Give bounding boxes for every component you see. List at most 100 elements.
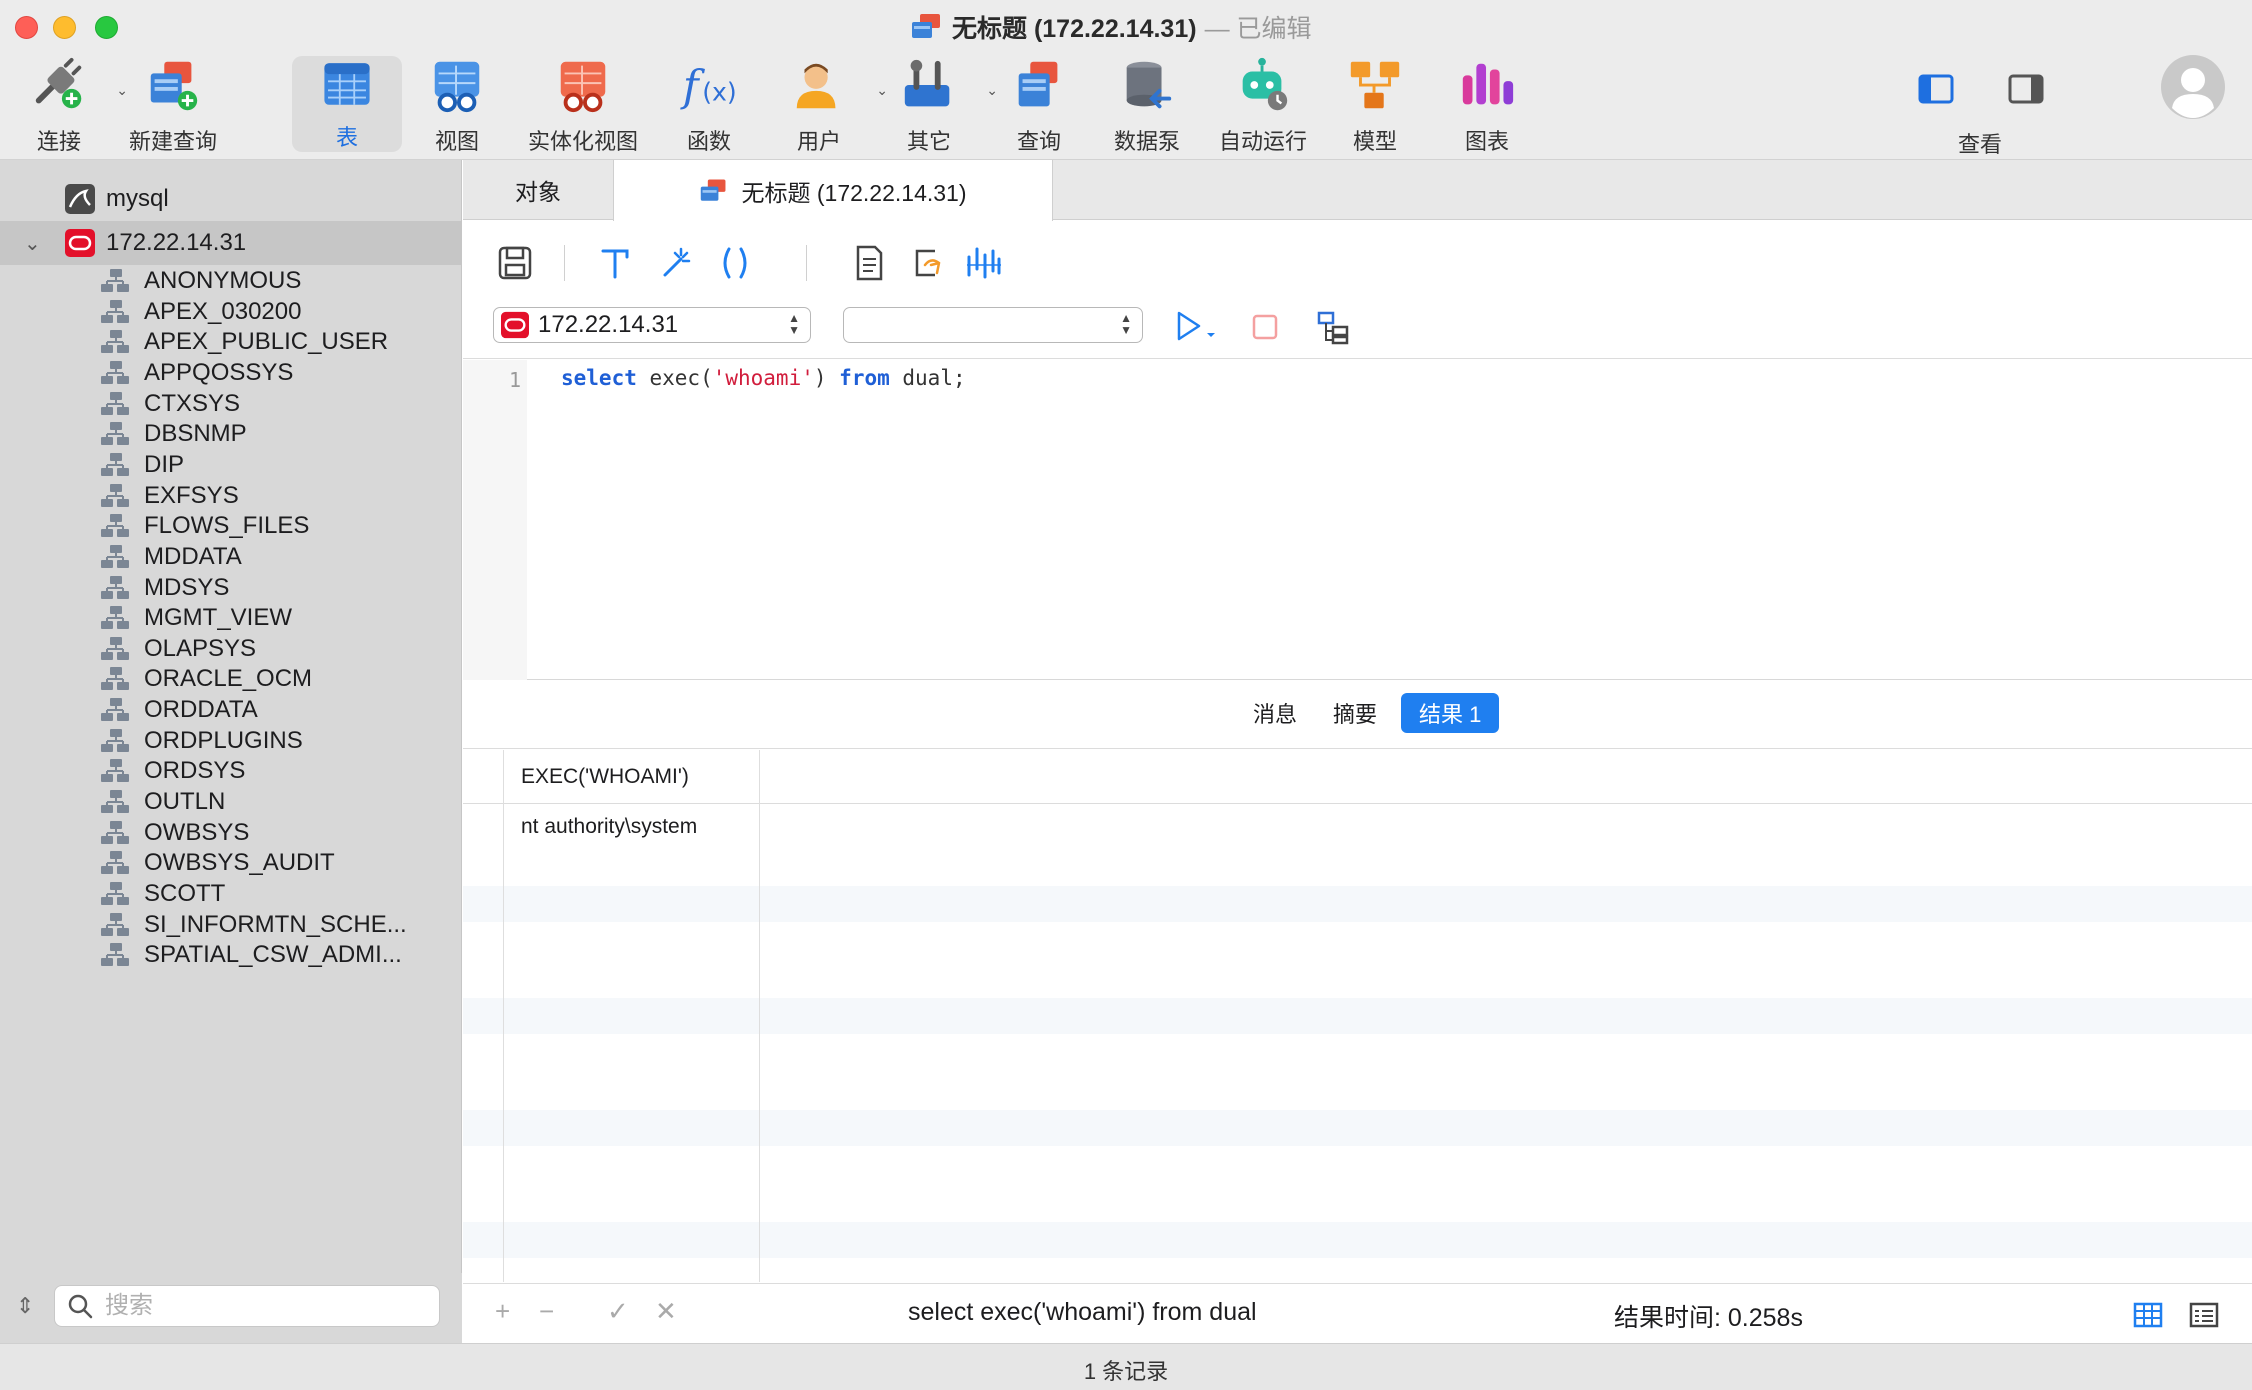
sql-editor[interactable]: 1 select exec('whoami') from dual; [463, 360, 2252, 680]
schema-icon [101, 483, 129, 507]
toggle-inspector-icon[interactable] [2008, 74, 2044, 104]
column-divider[interactable] [759, 750, 760, 1282]
query-plan-icon[interactable] [1315, 309, 1351, 345]
tab-summary[interactable]: 摘要 [1315, 693, 1395, 733]
schema-item[interactable]: DBSNMP [0, 419, 462, 449]
materialized-view-icon [560, 61, 606, 113]
schema-item[interactable]: ORDDATA [0, 695, 462, 725]
schema-item[interactable]: OWBSYS_AUDIT [0, 848, 462, 878]
stop-icon[interactable] [1251, 313, 1279, 341]
schema-item[interactable]: APEX_030200 [0, 297, 462, 327]
code-line[interactable]: select exec('whoami') from dual; [561, 366, 966, 390]
schema-item[interactable]: APPQOSSYS [0, 358, 462, 388]
query-label: 查询 [1016, 129, 1061, 154]
schema-item[interactable]: MDSYS [0, 573, 462, 603]
materialized-view-button[interactable]: 实体化视图 [528, 56, 638, 156]
other-label: 其它 [906, 129, 951, 154]
chart-button[interactable]: 图表 [1432, 56, 1542, 156]
code-text: dual; [889, 366, 966, 390]
schema-item[interactable]: SCOTT [0, 879, 462, 909]
schema-label: ORDPLUGINS [144, 726, 303, 754]
document-icon[interactable] [849, 243, 889, 283]
new-query-button[interactable]: 新建查询 [118, 56, 228, 156]
format-icon[interactable] [595, 243, 635, 283]
user-button[interactable]: ⌄ 用户 [764, 56, 888, 156]
schema-item[interactable]: APEX_PUBLIC_USER [0, 327, 462, 357]
automation-label: 自动运行 [1218, 129, 1307, 154]
schema-icon [101, 820, 129, 844]
title-bar: 无标题 (172.22.14.31) — 已编辑 ⌄ 连接 新建查询 表 视图 … [0, 0, 2252, 160]
schema-item[interactable]: ORDPLUGINS [0, 726, 462, 756]
connection-mysql[interactable]: mysql [0, 177, 462, 221]
schema-label: APPQOSSYS [144, 358, 294, 386]
save-icon[interactable] [495, 243, 535, 283]
schema-item[interactable]: ANONYMOUS [0, 266, 462, 296]
schema-item[interactable]: OWBSYS [0, 818, 462, 848]
table-button[interactable]: 表 [292, 56, 402, 152]
connection-select[interactable]: 172.22.14.31 ▲ ▼ [493, 307, 811, 343]
svg-text:(x): (x) [702, 78, 737, 107]
schema-item[interactable]: FLOWS_FILES [0, 511, 462, 541]
schema-icon [101, 269, 129, 292]
close-window-button[interactable] [15, 16, 38, 39]
minimize-window-button[interactable] [53, 16, 76, 39]
schema-icon [101, 728, 129, 752]
sidebar-search-area: ⇕ [0, 1273, 462, 1343]
search-input[interactable] [105, 1292, 405, 1320]
avatar[interactable] [2160, 54, 2226, 120]
other-button[interactable]: ⌄ 其它 [874, 56, 998, 156]
apply-changes-icon[interactable]: ✓ [607, 1296, 629, 1327]
toggle-sidebar-icon[interactable] [1918, 74, 1954, 104]
tab-messages[interactable]: 消息 [1235, 693, 1315, 733]
explain-icon[interactable] [963, 243, 1003, 283]
tab-result-1[interactable]: 结果 1 [1401, 693, 1500, 733]
chevron-down-icon[interactable]: ⌄ [24, 231, 41, 256]
schema-label: MGMT_VIEW [144, 604, 292, 632]
schema-item[interactable]: ORDSYS [0, 756, 462, 786]
schema-item[interactable]: MDDATA [0, 542, 462, 572]
schema-item[interactable]: OUTLN [0, 787, 462, 817]
zoom-window-button[interactable] [95, 16, 118, 39]
filter-toggle-icon[interactable]: ⇕ [16, 1293, 34, 1319]
data-pump-button[interactable]: 数据泵 [1092, 56, 1202, 156]
form-view-icon[interactable] [2189, 1302, 2219, 1328]
schema-label: ORACLE_OCM [144, 665, 313, 693]
schema-item[interactable]: CTXSYS [0, 389, 462, 419]
add-row-icon[interactable]: + [495, 1296, 510, 1327]
column-header[interactable]: EXEC('WHOAMI') [521, 765, 689, 789]
schema-icon [101, 360, 129, 384]
table-cell[interactable]: nt authority\system [521, 815, 697, 839]
model-button[interactable]: 模型 [1320, 56, 1430, 156]
connection-oracle[interactable]: ⌄ 172.22.14.31 [0, 221, 462, 265]
schema-item[interactable]: SPATIAL_CSW_ADMI... [0, 940, 462, 970]
parentheses-icon[interactable] [715, 243, 755, 283]
search-field[interactable] [54, 1285, 440, 1327]
schema-item[interactable]: ORACLE_OCM [0, 664, 462, 694]
model-icon [1350, 61, 1400, 109]
view-button[interactable]: 视图 [402, 56, 512, 156]
table-row-empty [463, 1110, 2252, 1146]
tab-query[interactable]: 无标题 (172.22.14.31) [613, 160, 1053, 221]
automation-button[interactable]: 自动运行 [1208, 56, 1318, 156]
connect-button[interactable]: ⌄ 连接 [4, 56, 128, 156]
schema-select[interactable]: ▲ ▼ [843, 307, 1143, 343]
schema-item[interactable]: MGMT_VIEW [0, 603, 462, 633]
magic-wand-icon[interactable] [655, 243, 695, 283]
function-button[interactable]: f (x) 函数 [654, 56, 764, 156]
query-button[interactable]: 查询 [984, 56, 1094, 156]
run-icon[interactable] [1173, 309, 1219, 343]
schema-item[interactable]: EXFSYS [0, 481, 462, 511]
schema-item[interactable]: DIP [0, 450, 462, 480]
table-icon [324, 63, 370, 105]
schema-label: MDSYS [144, 573, 230, 601]
schema-label: SI_INFORMTN_SCHE... [144, 910, 407, 938]
tab-objects[interactable]: 对象 [463, 160, 613, 220]
schema-item[interactable]: SI_INFORMTN_SCHE... [0, 910, 462, 940]
delete-row-icon[interactable]: − [539, 1296, 554, 1327]
grid-view-icon[interactable] [2133, 1302, 2163, 1328]
code-text: ) [813, 366, 840, 390]
result-bottom-bar: + − ✓ ✕ select exec('whoami') from dual … [463, 1283, 2252, 1343]
export-icon[interactable] [907, 243, 947, 283]
schema-item[interactable]: OLAPSYS [0, 634, 462, 664]
discard-changes-icon[interactable]: ✕ [655, 1296, 677, 1327]
